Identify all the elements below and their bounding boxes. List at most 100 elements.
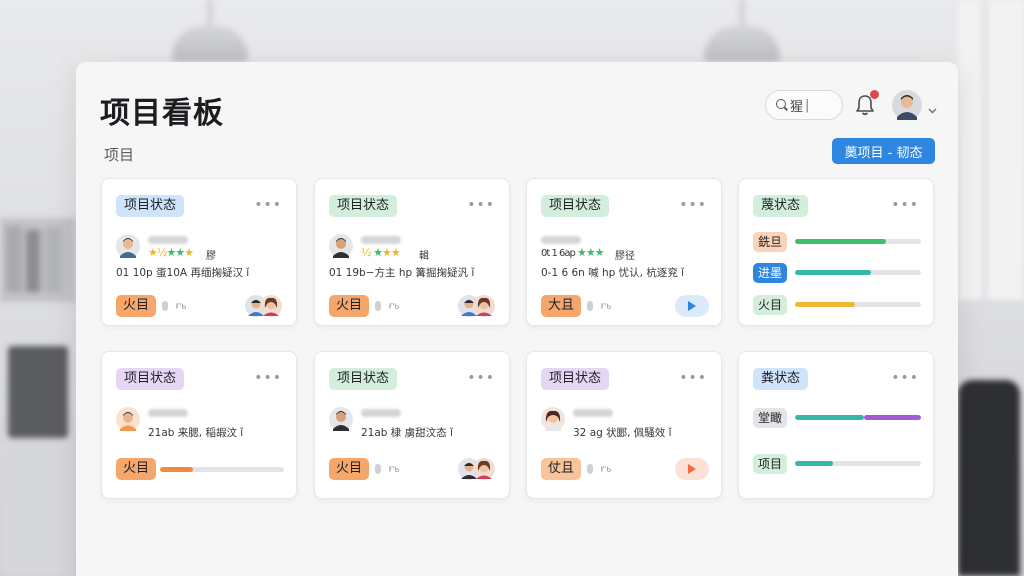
more-options-icon[interactable]: ••• xyxy=(467,370,495,386)
rating-note: 輯 xyxy=(419,251,429,262)
priority-badge: 大且 xyxy=(541,295,582,317)
play-icon xyxy=(688,301,696,311)
card-description: 21ab 棣 虜甜汶态 ǐ xyxy=(361,427,453,439)
search-text: 猩 xyxy=(790,99,804,115)
priority-badge: 火目 xyxy=(329,458,370,480)
meta-text: ᗁᑲ xyxy=(601,465,612,474)
play-icon xyxy=(688,464,696,474)
meta-text: ᗁᑲ xyxy=(389,302,400,311)
status-tag: 项目状态 xyxy=(116,195,185,217)
project-card[interactable]: 项目状态 ••• 21ab 棣 虜甜汶态 ǐ 火目 ᗁᑲ xyxy=(314,351,510,499)
project-card[interactable]: 项目状态 ••• 0t 1 6ap ★★★ 膠径 0-1 6 6n 喊 hp 忧… xyxy=(526,178,722,326)
status-row-label: 进墨 xyxy=(753,263,788,283)
play-button[interactable] xyxy=(675,295,709,317)
pin-icon xyxy=(587,301,593,311)
assignee-name-blurred xyxy=(541,236,581,244)
pin-icon xyxy=(375,301,381,311)
background-desk xyxy=(0,440,76,576)
project-card[interactable]: 项目状态 ••• 32 ag 状郾, 佩騒效 ǐ 仗且 ᗁᑲ xyxy=(526,351,722,499)
team-avatars xyxy=(458,458,495,480)
status-tag: 粪状态 xyxy=(753,368,809,390)
search-cursor: | xyxy=(805,97,810,113)
status-progress-bar xyxy=(795,461,921,466)
more-options-icon[interactable]: ••• xyxy=(679,370,707,386)
chevron-down-icon[interactable] xyxy=(928,100,937,114)
status-progress-bar xyxy=(795,415,921,420)
more-options-icon[interactable]: ••• xyxy=(679,197,707,213)
priority-badge: 火目 xyxy=(116,458,157,480)
rating-stars: ½ ★★★ xyxy=(361,246,401,259)
user-avatar[interactable] xyxy=(892,90,922,120)
more-options-icon[interactable]: ••• xyxy=(254,197,282,213)
status-tag: 项目状态 xyxy=(541,368,610,390)
card-description: 01 19b−方主 hp 篝掘掬疑汎 ǐ xyxy=(329,267,475,279)
assignee-name-blurred xyxy=(573,409,613,417)
project-card[interactable]: 项目状态 ••• 21ab 来腮, 稲嘏汶 ǐ 火目 xyxy=(101,351,297,499)
assignee-avatar xyxy=(116,407,140,431)
pin-icon xyxy=(375,464,381,474)
card-description: 01 10p 蛋10A 再缅掬疑汉 ǐ xyxy=(116,267,250,279)
priority-badge: 仗且 xyxy=(541,458,582,480)
more-options-icon[interactable]: ••• xyxy=(254,370,282,386)
ceiling-lamp xyxy=(162,0,258,62)
rating-stars: 0t 1 6ap ★★★ xyxy=(541,246,605,259)
status-tag: 项目状态 xyxy=(541,195,610,217)
more-options-icon[interactable]: ••• xyxy=(467,197,495,213)
play-button[interactable] xyxy=(675,458,709,480)
status-row-label: 堂瞰 xyxy=(753,408,788,428)
more-options-icon[interactable]: ••• xyxy=(891,370,919,386)
status-tag: 蔑状态 xyxy=(753,195,809,217)
project-card[interactable]: 项目状态 ••• ½ ★★★ 輯 01 19b−方主 hp 篝掘掬疑汎 ǐ 火目… xyxy=(314,178,510,326)
assignee-avatar xyxy=(329,234,353,258)
bookshelf xyxy=(0,218,76,302)
card-description: 32 ag 状郾, 佩騒效 ǐ xyxy=(573,427,672,439)
card-description: 0-1 6 6n 喊 hp 忧认, 杭逐兖 ǐ xyxy=(541,267,685,279)
assignee-avatar xyxy=(541,407,565,431)
assignee-name-blurred xyxy=(148,236,188,244)
status-progress-bar xyxy=(795,239,921,244)
more-options-icon[interactable]: ••• xyxy=(891,197,919,213)
status-progress-bar xyxy=(795,270,921,275)
search-icon xyxy=(776,99,788,111)
card-description: 21ab 来腮, 稲嘏汶 ǐ xyxy=(148,427,244,439)
background-monitor xyxy=(8,346,68,438)
priority-badge: 火目 xyxy=(116,295,157,317)
pin-icon xyxy=(162,301,168,311)
meta-text: ᗁᑲ xyxy=(176,302,187,311)
team-avatars xyxy=(245,295,282,317)
page-title: 项目看板 xyxy=(100,96,224,131)
assignee-name-blurred xyxy=(361,409,401,417)
new-project-button[interactable]: 薁项目 - 韧态 xyxy=(832,138,935,164)
notification-badge xyxy=(870,90,879,99)
meta-text: ᗁᑲ xyxy=(389,465,400,474)
project-card[interactable]: 项目状态 ••• ★½★★★ 膠 01 10p 蛋10A 再缅掬疑汉 ǐ 火目 … xyxy=(101,178,297,326)
assignee-name-blurred xyxy=(361,236,401,244)
status-tag: 项目状态 xyxy=(116,368,185,390)
status-tag: 项目状态 xyxy=(329,195,398,217)
team-avatars xyxy=(458,295,495,317)
task-progress-bar xyxy=(160,467,284,472)
status-progress-bar xyxy=(795,302,921,307)
assignee-avatar xyxy=(329,407,353,431)
rating-note: 膠 xyxy=(206,251,216,262)
background-window xyxy=(958,0,1024,300)
notification-bell-button[interactable] xyxy=(854,90,879,117)
rating-stars: ★½★★★ xyxy=(148,246,194,259)
status-row-label: 项目 xyxy=(753,454,788,474)
rating-note: 膠径 xyxy=(615,251,635,262)
status-tag: 项目状态 xyxy=(329,368,398,390)
dashboard-panel: 项目看板 项目 猩 | 薁项目 - 韧态 项目状态 ••• ★½★★★ 膠 01… xyxy=(76,62,958,576)
assignee-avatar xyxy=(116,234,140,258)
status-row-label: 火目 xyxy=(753,295,788,315)
meta-text: ᗁᑲ xyxy=(601,302,612,311)
pin-icon xyxy=(587,464,593,474)
search-input[interactable]: 猩 | xyxy=(765,90,843,120)
background-chair xyxy=(958,380,1020,576)
page-subtitle: 项目 xyxy=(104,146,135,164)
ceiling-lamp xyxy=(694,0,790,62)
assignee-name-blurred xyxy=(148,409,188,417)
priority-badge: 火目 xyxy=(329,295,370,317)
status-summary-card[interactable]: 粪状态 ••• 堂瞰 项目 xyxy=(738,351,934,499)
status-row-label: 銑旦 xyxy=(753,232,788,252)
status-summary-card[interactable]: 蔑状态 ••• 銑旦 进墨 火目 xyxy=(738,178,934,326)
